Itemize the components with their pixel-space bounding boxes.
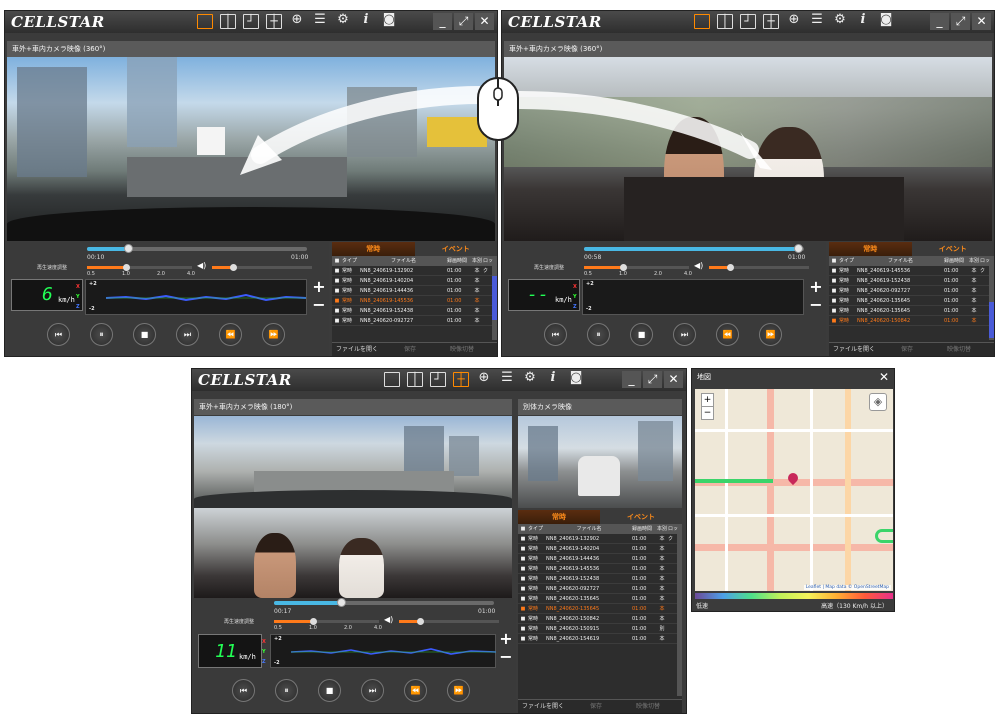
time-current: 00:17 (274, 608, 292, 615)
info-icon[interactable]: i (545, 371, 561, 387)
title-bar: CELLSTAR │ ┘ ┼ ⊕ ☰ ⚙ i ◙ _ ⤢ ✕ (192, 369, 686, 391)
time-total: 01:00 (478, 608, 496, 615)
layout-split-icon[interactable]: │ (407, 372, 423, 387)
map-close-button[interactable]: ✕ (879, 370, 889, 384)
video-view-cabin[interactable] (194, 508, 512, 598)
table-row[interactable]: ■ 常時 NN8_240619-145536 01:00 本 (518, 564, 682, 574)
sub-camera-caption: 別体カメラ映像 (518, 399, 682, 415)
layers-icon[interactable]: ◈ (869, 393, 887, 411)
row-checkbox[interactable]: ■ (518, 564, 528, 573)
row-checkbox[interactable]: ■ (518, 634, 528, 643)
table-row[interactable]: ■ 常時 NN8_240619-152438 01:00 本 (518, 574, 682, 584)
map-zoom-out-button[interactable]: − (702, 406, 713, 419)
volume-icon[interactable]: ◀) (384, 615, 393, 624)
speed-legend-bar (695, 593, 893, 599)
playback-buttons: ⏮ ⏸ ■ ⏭ ⏪ ⏩ (232, 679, 470, 702)
switch-video-button[interactable]: 映像切替 (636, 700, 660, 714)
globe-icon[interactable]: ⊕ (476, 371, 492, 387)
playback-speed-slider[interactable] (274, 618, 379, 625)
list-footer: ファイルを開く 保存 映像切替 (518, 699, 682, 713)
save-button[interactable]: 保存 (590, 700, 602, 714)
file-list-panel: 常時 イベント ■ タイプ ファイル名 録画時間 本別 ロック ■ 常時 NN8_240619… (518, 510, 682, 713)
table-row[interactable]: ■ 常時 NN8_240619-132902 01:00 本 (518, 534, 682, 544)
seek-bar[interactable] (274, 598, 494, 607)
table-row[interactable]: ■ 常時 NN8_240619-144436 01:00 本 (518, 554, 682, 564)
tab-normal[interactable]: 常時 (518, 510, 600, 524)
legend-high: 高速（130 Km/h 以上） (821, 603, 888, 610)
pause-button[interactable]: ⏸ (275, 679, 298, 702)
speed-value: 11 (215, 641, 237, 662)
layout-single-icon[interactable] (384, 372, 400, 387)
skip-start-button[interactable]: ⏮ (232, 679, 255, 702)
control-panel: 00:17 01:00 再生速度調整 0.5 1.0 2.0 4.0 ◀) 11… (194, 598, 516, 713)
zoom-in-button[interactable]: + (498, 631, 514, 647)
route-line-east (875, 529, 893, 543)
camera-icon[interactable]: ◙ (568, 371, 584, 387)
drag-arrow-left (251, 86, 489, 164)
legend-low: 低速 (696, 603, 709, 610)
row-checkbox[interactable]: ■ (518, 624, 528, 633)
row-checkbox[interactable]: ■ (518, 594, 528, 603)
drag-arrow-right (511, 91, 759, 159)
maximize-button[interactable]: ⤢ (643, 371, 662, 388)
table-row[interactable]: ■ 常時 NN8_240620-092727 01:00 本 (518, 584, 682, 594)
g-sensor-trace (291, 648, 496, 655)
volume-slider[interactable] (399, 618, 499, 625)
tab-event[interactable]: イベント (600, 510, 682, 524)
row-checkbox[interactable]: ■ (518, 614, 528, 623)
sub-camera-view[interactable] (518, 416, 682, 508)
table-row[interactable]: ■ 常時 NN8_240620-150842 01:00 本 (518, 614, 682, 624)
row-checkbox[interactable]: ■ (518, 604, 528, 613)
speedometer: 11 km/h (198, 634, 262, 668)
video-view-front[interactable] (194, 416, 512, 508)
open-file-button[interactable]: ファイルを開く (522, 703, 564, 710)
list-icon[interactable]: ☰ (499, 371, 515, 387)
map-title: 地図 (692, 369, 894, 386)
seek-knob[interactable] (337, 598, 346, 607)
row-checkbox[interactable]: ■ (518, 534, 528, 543)
close-button[interactable]: ✕ (664, 371, 683, 388)
g-sensor-graph: +2 X Y Z -2 (262, 634, 496, 668)
list-scrollbar[interactable] (677, 534, 682, 696)
route-line (695, 479, 773, 483)
stop-button[interactable]: ■ (318, 679, 341, 702)
table-row[interactable]: ■ 常時 NN8_240620-150915 01:00 別 (518, 624, 682, 634)
passenger (339, 538, 384, 598)
map-zoom-in-button[interactable]: + (702, 394, 713, 406)
table-row[interactable]: ■ 常時 NN8_240620-135645 01:00 本 (518, 604, 682, 614)
map-attribution: Leaflet | Map data © OpenStreetMap (803, 585, 891, 590)
table-row[interactable]: ■ 常時 NN8_240620-135645 01:00 本 (518, 594, 682, 604)
row-checkbox[interactable]: ■ (518, 554, 528, 563)
row-checkbox[interactable]: ■ (518, 584, 528, 593)
row-checkbox[interactable]: ■ (518, 574, 528, 583)
map-zoom-controls: + − (701, 393, 714, 420)
next-frame-button[interactable]: ⏭ (361, 679, 384, 702)
previous-file-button[interactable]: ⏪ (404, 679, 427, 702)
player-window-3: CELLSTAR │ ┘ ┼ ⊕ ☰ ⚙ i ◙ _ ⤢ ✕ 車外+車内カメラ映… (191, 368, 687, 714)
table-row[interactable]: ■ 常時 NN8_240619-140204 01:00 本 (518, 544, 682, 554)
map-view[interactable]: + − ◈ Leaflet | Map data © OpenStreetMap (695, 389, 893, 591)
zoom-out-button[interactable]: − (498, 649, 514, 665)
video-caption: 車外+車内カメラ映像 (180°) (194, 399, 512, 415)
gear-icon[interactable]: ⚙ (522, 371, 538, 387)
driver (254, 533, 296, 598)
minimize-button[interactable]: _ (622, 371, 641, 388)
mouse-icon (477, 77, 519, 141)
list-header: ■ タイプ ファイル名 録画時間 本別 ロック (518, 524, 682, 542)
row-checkbox[interactable]: ■ (518, 544, 528, 553)
drag-gesture-overlay (240, 77, 772, 175)
next-file-button[interactable]: ⏩ (447, 679, 470, 702)
seek-progress (274, 601, 340, 605)
map-window: 地図 ✕ + − ◈ Leaflet | Map data © OpenStre… (691, 368, 895, 612)
layout-quad-icon[interactable]: ┼ (453, 372, 469, 387)
speed-label: 再生速度調整 (224, 619, 255, 625)
cellstar-logo: CELLSTAR (198, 371, 292, 389)
layout-pip-icon[interactable]: ┘ (430, 372, 446, 387)
table-row[interactable]: ■ 常時 NN8_240620-154619 01:00 本 (518, 634, 682, 644)
